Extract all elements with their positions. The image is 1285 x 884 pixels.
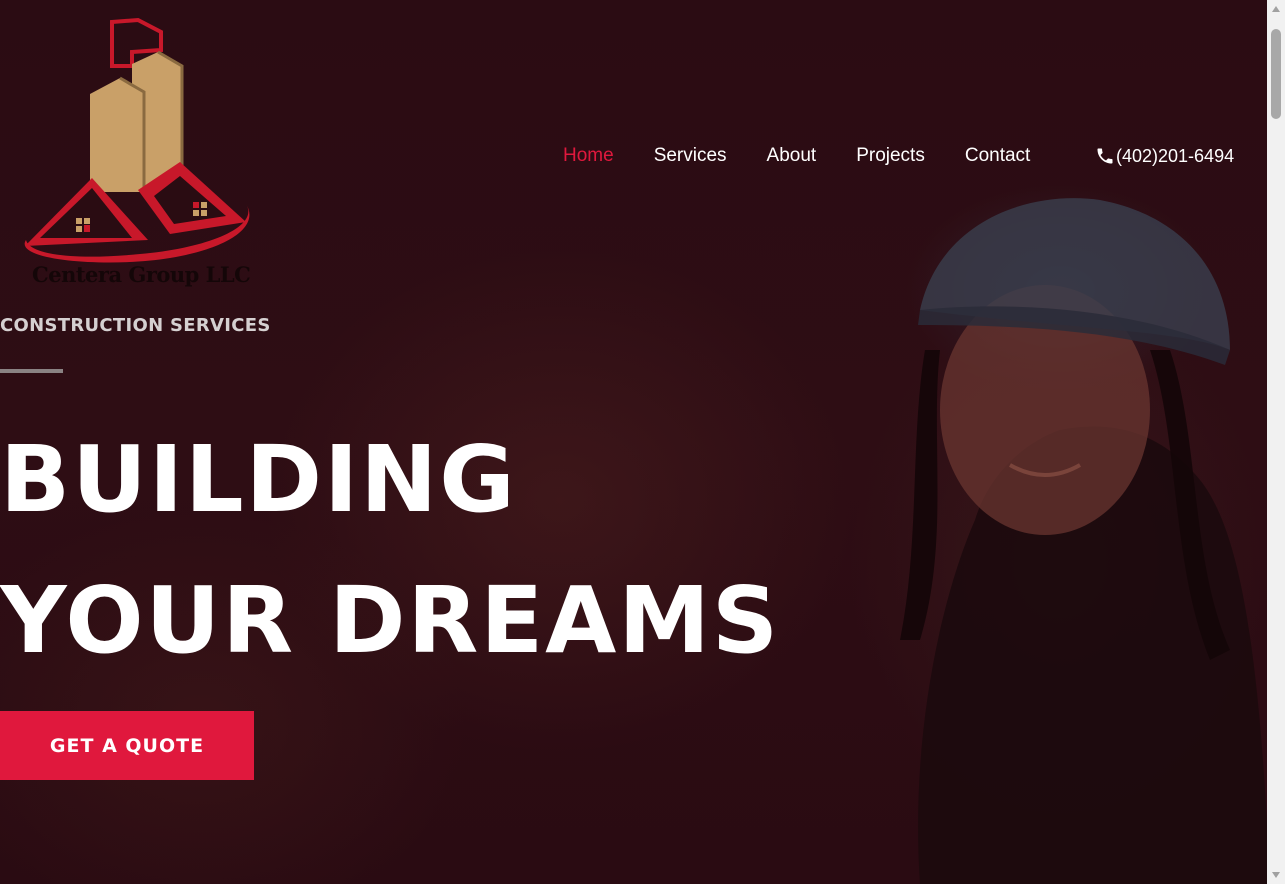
centera-group-logo[interactable] bbox=[20, 16, 256, 296]
get-a-quote-button[interactable]: GET A QUOTE bbox=[0, 711, 254, 780]
nav-services[interactable]: Services bbox=[654, 145, 727, 167]
nav-about[interactable]: About bbox=[767, 145, 817, 167]
scrollbar-thumb[interactable] bbox=[1271, 29, 1281, 119]
page-scrollbar[interactable] bbox=[1267, 0, 1285, 884]
hero-worker-photo bbox=[900, 198, 1270, 884]
nav-projects[interactable]: Projects bbox=[856, 145, 925, 167]
main-nav: Home Services About Projects Contact bbox=[563, 143, 1070, 169]
phone-link[interactable]: (402)201-6494 bbox=[1095, 143, 1234, 169]
scroll-down-arrow-icon[interactable] bbox=[1267, 866, 1285, 884]
logo-wordmark: Centera Group LLC bbox=[32, 262, 251, 287]
hero-tagline: CONSTRUCTION SERVICES bbox=[0, 315, 271, 336]
phone-icon bbox=[1097, 148, 1113, 164]
phone-number: (402)201-6494 bbox=[1116, 145, 1235, 166]
hero-headline-line1: BUILDING bbox=[0, 426, 517, 533]
tagline-divider bbox=[0, 369, 63, 373]
nav-contact[interactable]: Contact bbox=[965, 145, 1030, 167]
hero-headline-line2: YOUR DREAMS bbox=[0, 567, 781, 674]
nav-home[interactable]: Home bbox=[563, 145, 614, 167]
scroll-up-arrow-icon[interactable] bbox=[1267, 0, 1285, 18]
